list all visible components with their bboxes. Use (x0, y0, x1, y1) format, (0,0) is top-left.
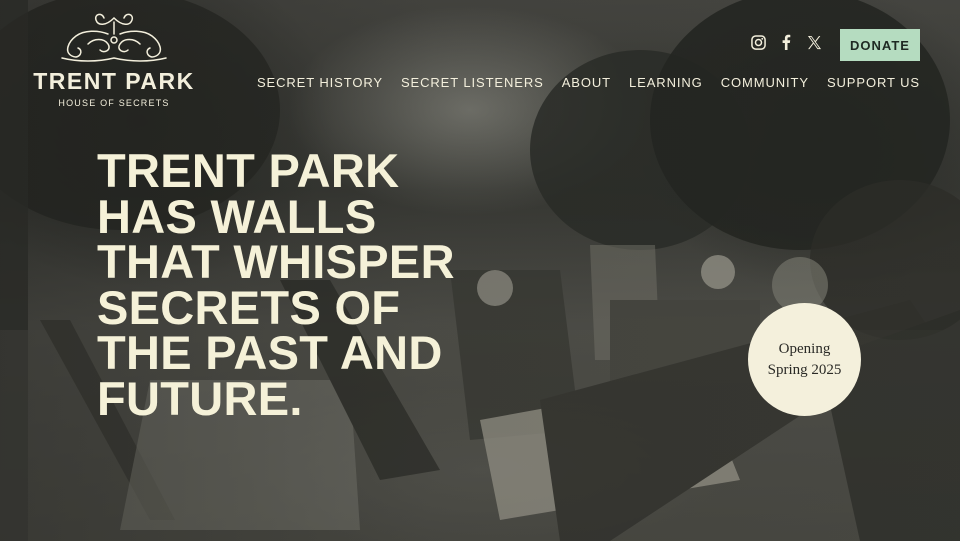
donate-button[interactable]: DONATE (840, 29, 920, 61)
nav-item-secret-history[interactable]: SECRET HISTORY (257, 75, 383, 90)
social-links (750, 34, 822, 50)
headline-line: THAT WHISPER (97, 235, 455, 288)
headline-line: FUTURE. (97, 371, 303, 425)
facebook-icon[interactable] (778, 34, 794, 50)
headline-line: SECRETS OF (97, 280, 401, 334)
headline-line: TRENT PARK (97, 144, 400, 197)
nav-item-learning[interactable]: LEARNING (629, 75, 703, 90)
headline-line: HAS WALLS (97, 189, 377, 243)
nav-item-secret-listeners[interactable]: SECRET LISTENERS (401, 75, 544, 90)
page: TRENT PARK HOUSE OF SECRETS DONATE SECRE… (0, 0, 960, 541)
site-logo[interactable]: TRENT PARK HOUSE OF SECRETS (28, 12, 200, 108)
nav-item-community[interactable]: COMMUNITY (721, 75, 809, 90)
nav-item-support-us[interactable]: SUPPORT US (827, 75, 920, 90)
headline-line: THE PAST AND (97, 326, 443, 379)
nav-item-about[interactable]: ABOUT (562, 75, 611, 90)
x-twitter-icon[interactable] (806, 34, 822, 50)
badge-line-2: Spring 2025 (767, 361, 842, 378)
hero-headline: TRENT PARK HAS WALLS THAT WHISPER SECRET… (97, 144, 557, 425)
opening-badge: Opening Spring 2025 (748, 303, 861, 416)
logo-title: TRENT PARK (33, 68, 195, 94)
main-nav: SECRET HISTORY SECRET LISTENERS ABOUT LE… (257, 75, 920, 90)
ornamental-scroll-icon (61, 13, 167, 62)
logo-subtitle: HOUSE OF SECRETS (58, 98, 170, 108)
instagram-icon[interactable] (750, 34, 766, 50)
badge-line-1: Opening (778, 340, 831, 357)
